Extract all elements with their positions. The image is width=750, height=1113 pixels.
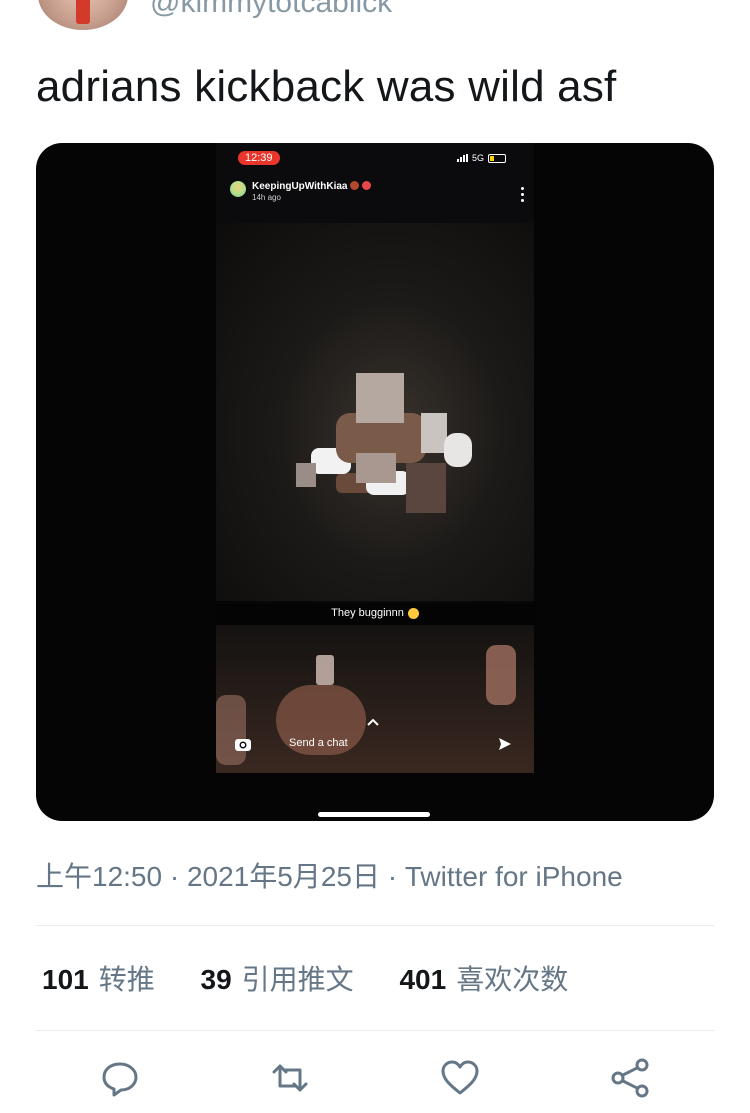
story-header: KeepingUpWithKiaa 14h ago [230,181,372,203]
like-icon[interactable] [438,1056,482,1100]
censored-block [356,373,404,423]
divider [36,1030,714,1031]
chat-bar: Send a chat [216,718,534,759]
snapchat-screenshot: 12:39 5G KeepingUpWithKiaa 14h ago They … [216,143,534,773]
avatar[interactable] [38,0,128,30]
censored-block [356,453,396,483]
reply-icon[interactable] [98,1056,142,1100]
story-caption: They bugginnn [216,601,534,625]
laughing-emoji-icon [407,607,419,619]
tweet-text: adrians kickback was wild asf [36,62,617,111]
retweets-stat[interactable]: 101 转推 [42,964,155,995]
tweet-actions [0,1050,750,1110]
tweet-media[interactable]: 12:39 5G KeepingUpWithKiaa 14h ago They … [36,143,714,821]
phone-light [316,655,334,685]
home-indicator [318,812,430,817]
likes-stat[interactable]: 401 喜欢次数 [399,964,568,995]
retweet-icon[interactable] [268,1056,312,1100]
story-time: 14h ago [252,193,281,202]
blurred-figure [486,645,516,705]
send-chat-label: Send a chat [289,737,348,749]
blurred-figure [444,433,472,467]
censored-block [296,463,316,487]
share-icon[interactable] [608,1056,652,1100]
camera-icon [234,735,252,753]
more-options-icon [521,187,524,202]
emoji-icon [350,181,360,190]
tweet-timestamp[interactable]: 上午12:50 · 2021年5月25日 · Twitter for iPhon… [36,855,623,895]
chevron-up-icon [366,717,380,727]
censored-block [406,463,446,513]
video-frame [216,223,534,603]
story-avatar [230,181,246,197]
quotes-stat[interactable]: 39 引用推文 [201,964,354,995]
send-icon [496,735,514,753]
status-time: 12:39 [238,151,280,165]
network-label: 5G [471,153,484,163]
story-username: KeepingUpWithKiaa [252,181,348,192]
emoji-icon [362,181,372,190]
tweet-stats: 101 转推 39 引用推文 401 喜欢次数 [42,958,606,998]
user-handle[interactable]: @kimmytotcablick [150,0,392,20]
status-bar-right: 5G [456,153,506,163]
signal-icon [456,154,468,162]
battery-icon [488,153,506,163]
divider [36,925,714,926]
